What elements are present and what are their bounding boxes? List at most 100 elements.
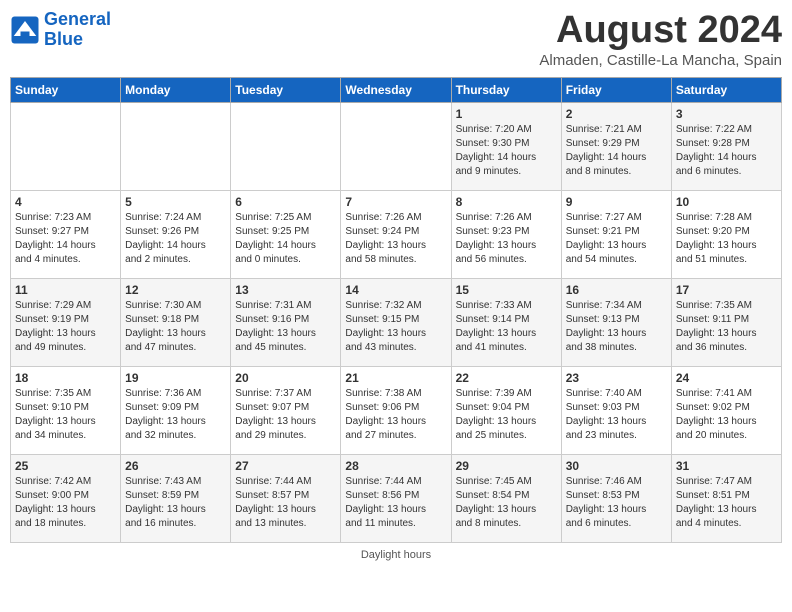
location: Almaden, Castille-La Mancha, Spain: [539, 52, 782, 69]
day-info: Sunrise: 7:25 AM Sunset: 9:25 PM Dayligh…: [235, 211, 336, 267]
day-info: Sunrise: 7:23 AM Sunset: 9:27 PM Dayligh…: [15, 211, 116, 267]
day-info: Sunrise: 7:32 AM Sunset: 9:15 PM Dayligh…: [345, 299, 446, 355]
calendar-day-cell: 2Sunrise: 7:21 AM Sunset: 9:29 PM Daylig…: [561, 102, 671, 190]
day-number: 23: [566, 371, 667, 385]
dow-header-cell: Monday: [121, 77, 231, 102]
calendar-day-cell: 14Sunrise: 7:32 AM Sunset: 9:15 PM Dayli…: [341, 278, 451, 366]
calendar-day-cell: 15 Sunrise: 7:33 AM Sunset: 9:14 PM Dayli…: [451, 278, 561, 366]
day-info: Sunrise: 7:30 AM Sunset: 9:18 PM Dayligh…: [125, 299, 226, 355]
dow-header-cell: Thursday: [451, 77, 561, 102]
calendar-table: SundayMondayTuesdayWednesdayThursdayFrid…: [10, 77, 782, 543]
calendar-week-row: 11 Sunrise: 7:29 AM Sunset: 9:19 PM Dayli…: [11, 278, 782, 366]
day-info: Sunrise: 7:39 AM Sunset: 9:04 PM Dayligh…: [456, 387, 557, 443]
day-number: 27: [235, 459, 336, 473]
day-number: 31: [676, 459, 777, 473]
calendar-body: 1 Sunrise: 7:20 AM Sunset: 9:30 PM Daylig…: [11, 102, 782, 542]
day-number: 3: [676, 107, 777, 121]
calendar-day-cell: 22 Sunrise: 7:39 AM Sunset: 9:04 PM Dayli…: [451, 366, 561, 454]
calendar-day-cell: 16 Sunrise: 7:34 AM Sunset: 9:13 PM Dayli…: [561, 278, 671, 366]
calendar-day-cell: [121, 102, 231, 190]
calendar-day-cell: 19Sunrise: 7:36 AM Sunset: 9:09 PM Dayli…: [121, 366, 231, 454]
day-number: 5: [125, 195, 226, 209]
logo-text: General Blue: [44, 10, 111, 50]
day-number: 28: [345, 459, 446, 473]
calendar-day-cell: 13 Sunrise: 7:31 AM Sunset: 9:16 PM Dayli…: [231, 278, 341, 366]
day-number: 11: [15, 283, 116, 297]
day-info: Sunrise: 7:44 AM Sunset: 8:57 PM Dayligh…: [235, 475, 336, 531]
calendar-day-cell: 6 Sunrise: 7:25 AM Sunset: 9:25 PM Daylig…: [231, 190, 341, 278]
calendar-day-cell: 9 Sunrise: 7:27 AM Sunset: 9:21 PM Daylig…: [561, 190, 671, 278]
day-number: 29: [456, 459, 557, 473]
day-number: 6: [235, 195, 336, 209]
day-number: 7: [345, 195, 446, 209]
footer: Daylight hours: [10, 549, 782, 561]
day-number: 24: [676, 371, 777, 385]
day-number: 15: [456, 283, 557, 297]
calendar-day-cell: 1 Sunrise: 7:20 AM Sunset: 9:30 PM Daylig…: [451, 102, 561, 190]
day-info: Sunrise: 7:22 AM Sunset: 9:28 PM Dayligh…: [676, 123, 777, 179]
calendar-day-cell: 4 Sunrise: 7:23 AM Sunset: 9:27 PM Daylig…: [11, 190, 121, 278]
logo-icon: [10, 15, 40, 45]
day-number: 8: [456, 195, 557, 209]
day-number: 18: [15, 371, 116, 385]
calendar-day-cell: 23 Sunrise: 7:40 AM Sunset: 9:03 PM Dayli…: [561, 366, 671, 454]
day-number: 9: [566, 195, 667, 209]
day-number: 26: [125, 459, 226, 473]
day-info: Sunrise: 7:40 AM Sunset: 9:03 PM Dayligh…: [566, 387, 667, 443]
day-info: Sunrise: 7:38 AM Sunset: 9:06 PM Dayligh…: [345, 387, 446, 443]
day-number: 10: [676, 195, 777, 209]
calendar-week-row: 4 Sunrise: 7:23 AM Sunset: 9:27 PM Daylig…: [11, 190, 782, 278]
day-number: 2: [566, 107, 667, 121]
day-number: 13: [235, 283, 336, 297]
day-number: 25: [15, 459, 116, 473]
day-info: Sunrise: 7:27 AM Sunset: 9:21 PM Dayligh…: [566, 211, 667, 267]
calendar-day-cell: 31 Sunrise: 7:47 AM Sunset: 8:51 PM Dayli…: [671, 454, 781, 542]
day-info: Sunrise: 7:36 AM Sunset: 9:09 PM Dayligh…: [125, 387, 226, 443]
calendar-day-cell: 7 Sunrise: 7:26 AM Sunset: 9:24 PM Daylig…: [341, 190, 451, 278]
day-info: Sunrise: 7:28 AM Sunset: 9:20 PM Dayligh…: [676, 211, 777, 267]
day-info: Sunrise: 7:47 AM Sunset: 8:51 PM Dayligh…: [676, 475, 777, 531]
calendar-day-cell: 27 Sunrise: 7:44 AM Sunset: 8:57 PM Dayli…: [231, 454, 341, 542]
day-number: 4: [15, 195, 116, 209]
dow-header-cell: Tuesday: [231, 77, 341, 102]
calendar-day-cell: 21 Sunrise: 7:38 AM Sunset: 9:06 PM Dayli…: [341, 366, 451, 454]
day-info: Sunrise: 7:35 AM Sunset: 9:10 PM Dayligh…: [15, 387, 116, 443]
day-number: 12: [125, 283, 226, 297]
day-info: Sunrise: 7:44 AM Sunset: 8:56 PM Dayligh…: [345, 475, 446, 531]
calendar-day-cell: 30 Sunrise: 7:46 AM Sunset: 8:53 PM Dayli…: [561, 454, 671, 542]
calendar-week-row: 18 Sunrise: 7:35 AM Sunset: 9:10 PM Dayli…: [11, 366, 782, 454]
calendar-day-cell: 28 Sunrise: 7:44 AM Sunset: 8:56 PM Dayli…: [341, 454, 451, 542]
day-info: Sunrise: 7:33 AM Sunset: 9:14 PM Dayligh…: [456, 299, 557, 355]
day-info: Sunrise: 7:24 AM Sunset: 9:26 PM Dayligh…: [125, 211, 226, 267]
month-year: August 2024: [539, 10, 782, 52]
day-number: 1: [456, 107, 557, 121]
day-number: 22: [456, 371, 557, 385]
calendar-day-cell: [11, 102, 121, 190]
day-number: 21: [345, 371, 446, 385]
day-info: Sunrise: 7:34 AM Sunset: 9:13 PM Dayligh…: [566, 299, 667, 355]
calendar-day-cell: 25Sunrise: 7:42 AM Sunset: 9:00 PM Dayli…: [11, 454, 121, 542]
day-info: Sunrise: 7:45 AM Sunset: 8:54 PM Dayligh…: [456, 475, 557, 531]
day-info: Sunrise: 7:20 AM Sunset: 9:30 PM Dayligh…: [456, 123, 557, 179]
day-number: 17: [676, 283, 777, 297]
dow-header-cell: Sunday: [11, 77, 121, 102]
day-info: Sunrise: 7:31 AM Sunset: 9:16 PM Dayligh…: [235, 299, 336, 355]
calendar-week-row: 1 Sunrise: 7:20 AM Sunset: 9:30 PM Daylig…: [11, 102, 782, 190]
calendar-day-cell: 17Sunrise: 7:35 AM Sunset: 9:11 PM Dayli…: [671, 278, 781, 366]
day-number: 30: [566, 459, 667, 473]
calendar-day-cell: 10 Sunrise: 7:28 AM Sunset: 9:20 PM Dayli…: [671, 190, 781, 278]
calendar-day-cell: 5 Sunrise: 7:24 AM Sunset: 9:26 PM Daylig…: [121, 190, 231, 278]
day-number: 16: [566, 283, 667, 297]
day-info: Sunrise: 7:29 AM Sunset: 9:19 PM Dayligh…: [15, 299, 116, 355]
day-info: Sunrise: 7:37 AM Sunset: 9:07 PM Dayligh…: [235, 387, 336, 443]
day-number: 20: [235, 371, 336, 385]
calendar-day-cell: 11 Sunrise: 7:29 AM Sunset: 9:19 PM Dayli…: [11, 278, 121, 366]
dow-header-cell: Saturday: [671, 77, 781, 102]
days-of-week-header: SundayMondayTuesdayWednesdayThursdayFrid…: [11, 77, 782, 102]
logo: General Blue: [10, 10, 111, 50]
day-info: Sunrise: 7:26 AM Sunset: 9:24 PM Dayligh…: [345, 211, 446, 267]
day-info: Sunrise: 7:43 AM Sunset: 8:59 PM Dayligh…: [125, 475, 226, 531]
day-info: Sunrise: 7:46 AM Sunset: 8:53 PM Dayligh…: [566, 475, 667, 531]
calendar-day-cell: 3 Sunrise: 7:22 AM Sunset: 9:28 PM Daylig…: [671, 102, 781, 190]
calendar-day-cell: [231, 102, 341, 190]
